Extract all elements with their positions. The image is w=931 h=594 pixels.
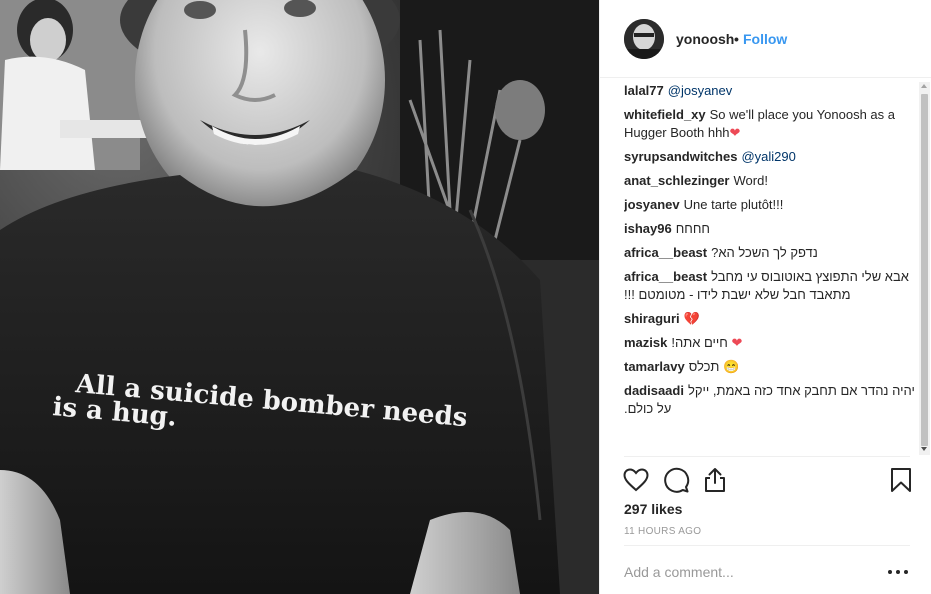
comment-text: נדפק לך השכל הא? (711, 245, 818, 260)
comment-author[interactable]: dadisaadi (624, 383, 684, 398)
scroll-up-arrow-icon[interactable] (921, 84, 927, 88)
comment-icon[interactable] (662, 466, 690, 494)
comment-author[interactable]: tamarlavy (624, 359, 685, 374)
comment-item: whitefield_xy So we'll place you Yonoosh … (624, 106, 918, 142)
comment-text: חיים אתה! (671, 335, 728, 350)
post-timestamp[interactable]: 11 HOURS AGO (624, 526, 701, 537)
comment-mention[interactable]: @josyanev (668, 83, 733, 98)
comment-item: tamarlavy תכלס 😁 (624, 358, 918, 376)
share-icon[interactable] (701, 466, 729, 494)
comment-author[interactable]: anat_schlezinger (624, 173, 730, 188)
comment-author[interactable]: ishay96 (624, 221, 672, 236)
comment-item: africa__beast אבא שלי התפוצץ באוטובוס עי … (624, 268, 918, 304)
add-comment-section (624, 545, 910, 594)
post-username[interactable]: yonoosh (676, 31, 734, 47)
likes-count[interactable]: 297 likes (624, 501, 682, 517)
comment-author[interactable]: africa__beast (624, 269, 707, 284)
comment-author[interactable]: shiraguri (624, 311, 680, 326)
more-options-icon[interactable] (888, 564, 910, 580)
comment-item: dadisaadi יהיה נהדר אם תחבק אחד כזה באמת,… (624, 382, 918, 418)
header-separator: • (734, 31, 739, 47)
scroll-down-arrow-icon[interactable] (921, 447, 927, 451)
comment-item: lalal77 @josyanev (624, 82, 918, 100)
scrollbar-thumb[interactable] (921, 94, 928, 446)
comment-item: josyanev Une tarte plutôt!!! (624, 196, 918, 214)
post-actions (600, 462, 931, 498)
comment-item: africa__beast נדפק לך השכל הא? (624, 244, 918, 262)
comment-item: mazisk חיים אתה! ❤ (624, 334, 918, 352)
follow-button[interactable]: Follow (743, 31, 787, 47)
comment-text: Une tarte plutôt!!! (683, 197, 784, 212)
comment-item: shiraguri 💔 (624, 310, 918, 328)
post-details-panel: yonoosh • Follow lalal77 @josyanev whitef… (599, 0, 931, 594)
post-photo[interactable]: All a suicide bomber needs is a hug. (0, 0, 599, 594)
heart-emoji-icon: ❤ (731, 335, 743, 350)
comment-item: anat_schlezinger Word! (624, 172, 918, 190)
comment-mention[interactable]: @yali290 (741, 149, 795, 164)
broken-heart-emoji-icon: 💔 (683, 311, 700, 326)
comment-author[interactable]: syrupsandwitches (624, 149, 737, 164)
comment-input[interactable] (624, 562, 864, 582)
heart-icon[interactable] (622, 466, 650, 494)
comment-author[interactable]: lalal77 (624, 83, 664, 98)
comment-author[interactable]: africa__beast (624, 245, 707, 260)
comment-item: syrupsandwitches @yali290 (624, 148, 918, 166)
comment-author[interactable]: josyanev (624, 197, 680, 212)
comment-item: ishay96 חחחח (624, 220, 918, 238)
heart-emoji-icon: ❤ (729, 125, 741, 140)
comments-scrollbar[interactable] (919, 82, 930, 455)
grinning-emoji-icon: 😁 (723, 359, 740, 374)
avatar[interactable] (624, 19, 664, 59)
post-photo-image: All a suicide bomber needs is a hug. (0, 0, 599, 594)
comment-text: תכלס (688, 359, 720, 374)
comment-text: חחחח (675, 221, 710, 236)
profile-avatar-icon (624, 19, 664, 59)
comment-author[interactable]: whitefield_xy (624, 107, 706, 122)
comments-list[interactable]: lalal77 @josyanev whitefield_xy So we'll p… (624, 82, 918, 455)
bookmark-icon[interactable] (887, 466, 915, 494)
comment-text: Word! (733, 173, 768, 188)
comment-author[interactable]: mazisk (624, 335, 667, 350)
post-header: yonoosh • Follow (600, 0, 931, 78)
divider (624, 456, 910, 457)
